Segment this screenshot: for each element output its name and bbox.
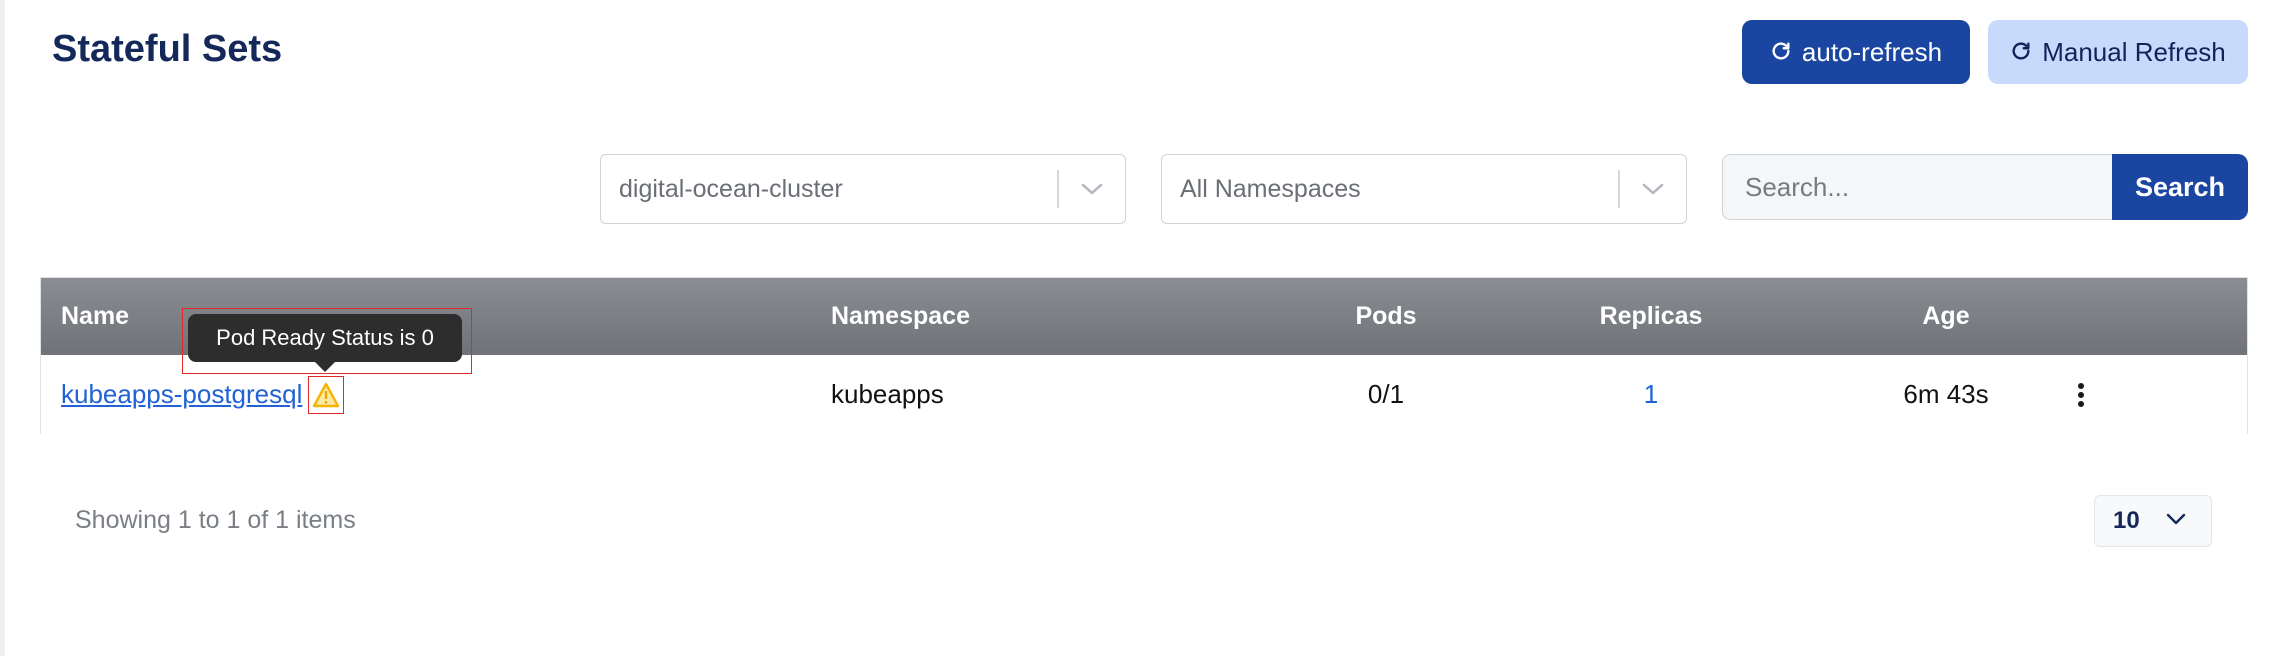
row-pods: 0/1 [1367,379,1405,409]
statefulset-name-link[interactable]: kubeapps-postgresql [61,379,302,409]
page-size-value: 10 [2113,507,2140,534]
column-header-namespace[interactable]: Namespace [831,278,970,355]
chevron-down-icon [2165,512,2187,531]
namespace-select-value: All Namespaces [1180,174,1361,203]
namespace-select[interactable]: All Namespaces [1161,154,1687,224]
row-replicas: 1 [1551,355,1751,434]
refresh-icon [1770,40,1792,69]
column-header-name[interactable]: Name [61,278,129,355]
page-size-select[interactable]: 10 [2094,495,2212,547]
chevron-down-icon[interactable] [1059,181,1125,197]
row-age: 6m 43s [1903,379,1989,409]
chevron-down-icon[interactable] [1620,181,1686,197]
cluster-select[interactable]: digital-ocean-cluster [600,154,1126,224]
column-header-age[interactable]: Age [1846,278,2046,355]
search-button[interactable]: Search [2112,154,2248,220]
warning-icon[interactable] [308,376,344,414]
left-border [0,0,5,656]
pod-status-tooltip: Pod Ready Status is 0 [188,314,462,362]
row-actions-menu-icon[interactable] [2071,355,2091,434]
tooltip-arrow [315,362,335,372]
auto-refresh-button[interactable]: auto-refresh [1742,20,1970,84]
cluster-select-value: digital-ocean-cluster [619,174,843,203]
row-namespace: kubeapps [831,379,944,409]
column-header-pods[interactable]: Pods [1286,278,1486,355]
manual-refresh-label: Manual Refresh [2042,36,2226,67]
refresh-icon [2010,40,2032,69]
page-title: Stateful Sets [52,28,283,70]
search-input[interactable] [1722,154,2114,220]
auto-refresh-label: auto-refresh [1801,36,1943,67]
column-header-replicas[interactable]: Replicas [1551,278,1751,355]
replicas-link[interactable]: 1 [1644,379,1658,409]
manual-refresh-button[interactable]: Manual Refresh [1988,20,2248,84]
pagination-summary: Showing 1 to 1 of 1 items [75,506,356,534]
